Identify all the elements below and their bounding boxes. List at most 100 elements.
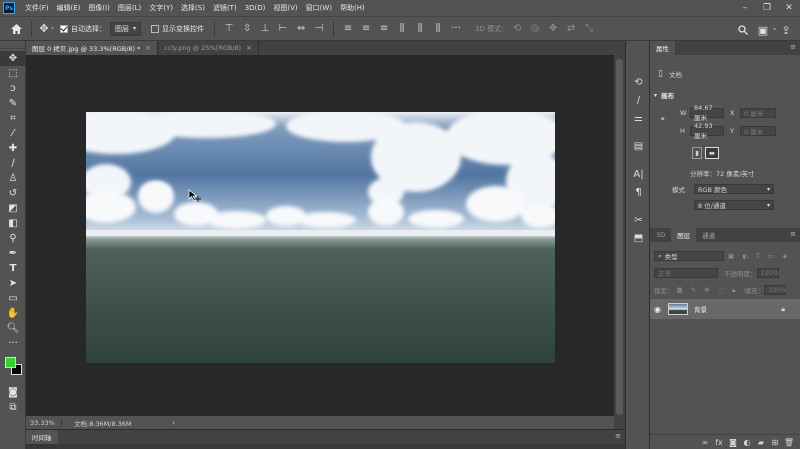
align-bottom-icon[interactable]: ⊥ — [258, 22, 272, 36]
share-icon[interactable]: ⇪ — [776, 20, 796, 40]
menu-type[interactable]: 文字(Y) — [145, 0, 177, 16]
history-brush-tool-icon[interactable]: ↺ — [0, 186, 26, 201]
type-tool-icon[interactable]: T — [0, 261, 26, 276]
align-top-icon[interactable]: ⊤ — [222, 22, 236, 36]
screen-mode-icon[interactable]: ⧉ — [0, 400, 26, 415]
roll-3d-icon[interactable]: ◎ — [528, 22, 542, 36]
export-icon[interactable]: ⬒ — [626, 229, 651, 247]
distribute-vcenter-icon[interactable]: ≡ — [359, 22, 373, 36]
menu-filter[interactable]: 滤镜(T) — [209, 0, 241, 16]
quick-mask-icon[interactable]: ◙ — [0, 385, 26, 400]
menu-window[interactable]: 窗口(W) — [302, 0, 336, 16]
panel-menu-icon[interactable]: ≡ — [615, 432, 621, 440]
menu-select[interactable]: 选择(S) — [177, 0, 209, 16]
panel-menu-icon[interactable]: ≡ — [790, 43, 796, 51]
libraries-icon[interactable]: ▤ — [626, 137, 651, 155]
landscape-icon[interactable]: ▬ — [705, 147, 719, 159]
color-swatches[interactable] — [0, 351, 26, 385]
character-panel-icon[interactable]: A| — [626, 165, 651, 183]
canvas-area[interactable] — [26, 55, 614, 416]
tools-preset-icon[interactable]: ✂ — [626, 211, 651, 229]
mode-select[interactable]: RGB 颜色 ▾ — [694, 184, 774, 194]
minimize-icon[interactable]: – — [734, 0, 756, 16]
clone-stamp-tool-icon[interactable]: ♙ — [0, 171, 26, 186]
adjustment-layer-icon[interactable]: ◐ — [740, 438, 754, 447]
zoom-level[interactable]: 33.33% — [26, 418, 62, 427]
canvas-section[interactable]: ▾ 画布 — [654, 90, 674, 101]
eraser-tool-icon[interactable]: ◩ — [0, 201, 26, 216]
more-tools-icon[interactable]: ··· — [0, 336, 26, 351]
tab-properties[interactable]: 属性 — [650, 41, 675, 55]
lasso-tool-icon[interactable]: ↄ — [0, 81, 26, 96]
tab-document-1[interactable]: 图层 0 拷贝.jpg @ 33.3%(RGB/8) * × — [26, 41, 159, 55]
healing-brush-tool-icon[interactable]: ✚ — [0, 141, 26, 156]
distribute-hcenter-icon[interactable]: ⫼ — [413, 22, 427, 36]
rectangle-tool-icon[interactable]: ▭ — [0, 291, 26, 306]
tab-timeline[interactable]: 时间轴 — [26, 430, 58, 444]
brush-tool-icon[interactable]: ∕ — [0, 156, 26, 171]
align-hcenter-icon[interactable]: ⇔ — [294, 22, 308, 36]
layer-row[interactable]: ◉ 背景 🔒︎ — [650, 299, 800, 319]
x-input[interactable]: 0 厘米 — [740, 108, 776, 118]
menu-file[interactable]: 文件(F) — [21, 0, 53, 16]
rotate-3d-icon[interactable]: ⟲ — [510, 22, 524, 36]
link-icon[interactable]: ⚭ — [660, 115, 665, 123]
layer-name[interactable]: 背景 — [694, 304, 707, 314]
delete-layer-icon[interactable]: 🗑︎ — [782, 438, 796, 447]
depth-select[interactable]: 8 位/通道 ▾ — [694, 200, 774, 210]
menu-image[interactable]: 图像(I) — [84, 0, 114, 16]
tab-3d[interactable]: 3D — [650, 228, 671, 242]
close-icon[interactable]: × — [246, 44, 252, 52]
adjustments-icon[interactable]: ⚌ — [626, 109, 651, 127]
panel-grip[interactable] — [626, 41, 649, 49]
chevron-down-icon[interactable]: ▾ — [51, 25, 54, 32]
quick-select-tool-icon[interactable]: ✎ — [0, 96, 26, 111]
distribute-right-icon[interactable]: ⫼ — [431, 22, 445, 36]
scale-3d-icon[interactable]: ⤡ — [582, 22, 596, 36]
fill-input[interactable]: 100% — [763, 285, 787, 295]
align-vcenter-icon[interactable]: ⇳ — [240, 22, 254, 36]
close-icon[interactable]: ✕ — [778, 0, 800, 16]
crop-tool-icon[interactable]: ⌗ — [0, 111, 26, 126]
path-select-tool-icon[interactable]: ➤ — [0, 276, 26, 291]
search-icon[interactable] — [733, 20, 753, 40]
history-panel-icon[interactable]: ⟲ — [626, 73, 651, 91]
home-icon[interactable] — [6, 19, 26, 39]
menu-layer[interactable]: 图层(L) — [114, 0, 145, 16]
tab-channels[interactable]: 通道 — [696, 228, 721, 242]
eye-icon[interactable]: ◉ — [654, 305, 664, 314]
marquee-tool-icon[interactable]: ⬚ — [0, 66, 26, 81]
height-input[interactable]: 42.93 厘米 — [690, 122, 724, 140]
document-image[interactable] — [86, 112, 555, 363]
restore-icon[interactable]: ❐ — [756, 0, 778, 16]
portrait-icon[interactable]: ▮ — [692, 147, 702, 159]
layer-filter-select[interactable]: ⌕ 类型 — [654, 251, 724, 261]
y-input[interactable]: 0 厘米 — [740, 126, 776, 136]
panel-menu-icon[interactable]: ≡ — [790, 230, 796, 238]
blend-mode-select[interactable]: 正常 — [654, 268, 718, 278]
distribute-left-icon[interactable]: ⫼ — [395, 22, 409, 36]
new-layer-icon[interactable]: ⊞ — [768, 438, 782, 447]
slide-3d-icon[interactable]: ⇄ — [564, 22, 578, 36]
distribute-top-icon[interactable]: ≡ — [341, 22, 355, 36]
menu-help[interactable]: 帮助(H) — [336, 0, 369, 16]
align-left-icon[interactable]: ⊢ — [276, 22, 290, 36]
pen-tool-icon[interactable]: ✒ — [0, 246, 26, 261]
tab-layers[interactable]: 图层 — [671, 228, 697, 242]
menu-view[interactable]: 视图(V) — [269, 0, 301, 16]
foreground-color-swatch[interactable] — [5, 357, 16, 368]
add-mask-icon[interactable]: ◙ — [726, 438, 740, 447]
paragraph-panel-icon[interactable]: ¶ — [626, 183, 651, 201]
more-options-icon[interactable]: ··· — [449, 22, 463, 36]
pan-3d-icon[interactable]: ✥ — [546, 22, 560, 36]
close-icon[interactable]: × — [145, 44, 151, 52]
eyedropper-tool-icon[interactable]: ⁄ — [0, 126, 26, 141]
align-right-icon[interactable]: ⊣ — [312, 22, 326, 36]
distribute-bottom-icon[interactable]: ≡ — [377, 22, 391, 36]
width-input[interactable]: 84.67 厘米 — [690, 104, 724, 122]
link-layers-icon[interactable]: ∞ — [698, 438, 712, 447]
layer-style-icon[interactable]: fx — [712, 438, 726, 447]
menu-3d[interactable]: 3D(D) — [241, 0, 270, 16]
new-group-icon[interactable]: ▰ — [754, 438, 768, 447]
scrollbar-thumb[interactable] — [616, 59, 623, 415]
